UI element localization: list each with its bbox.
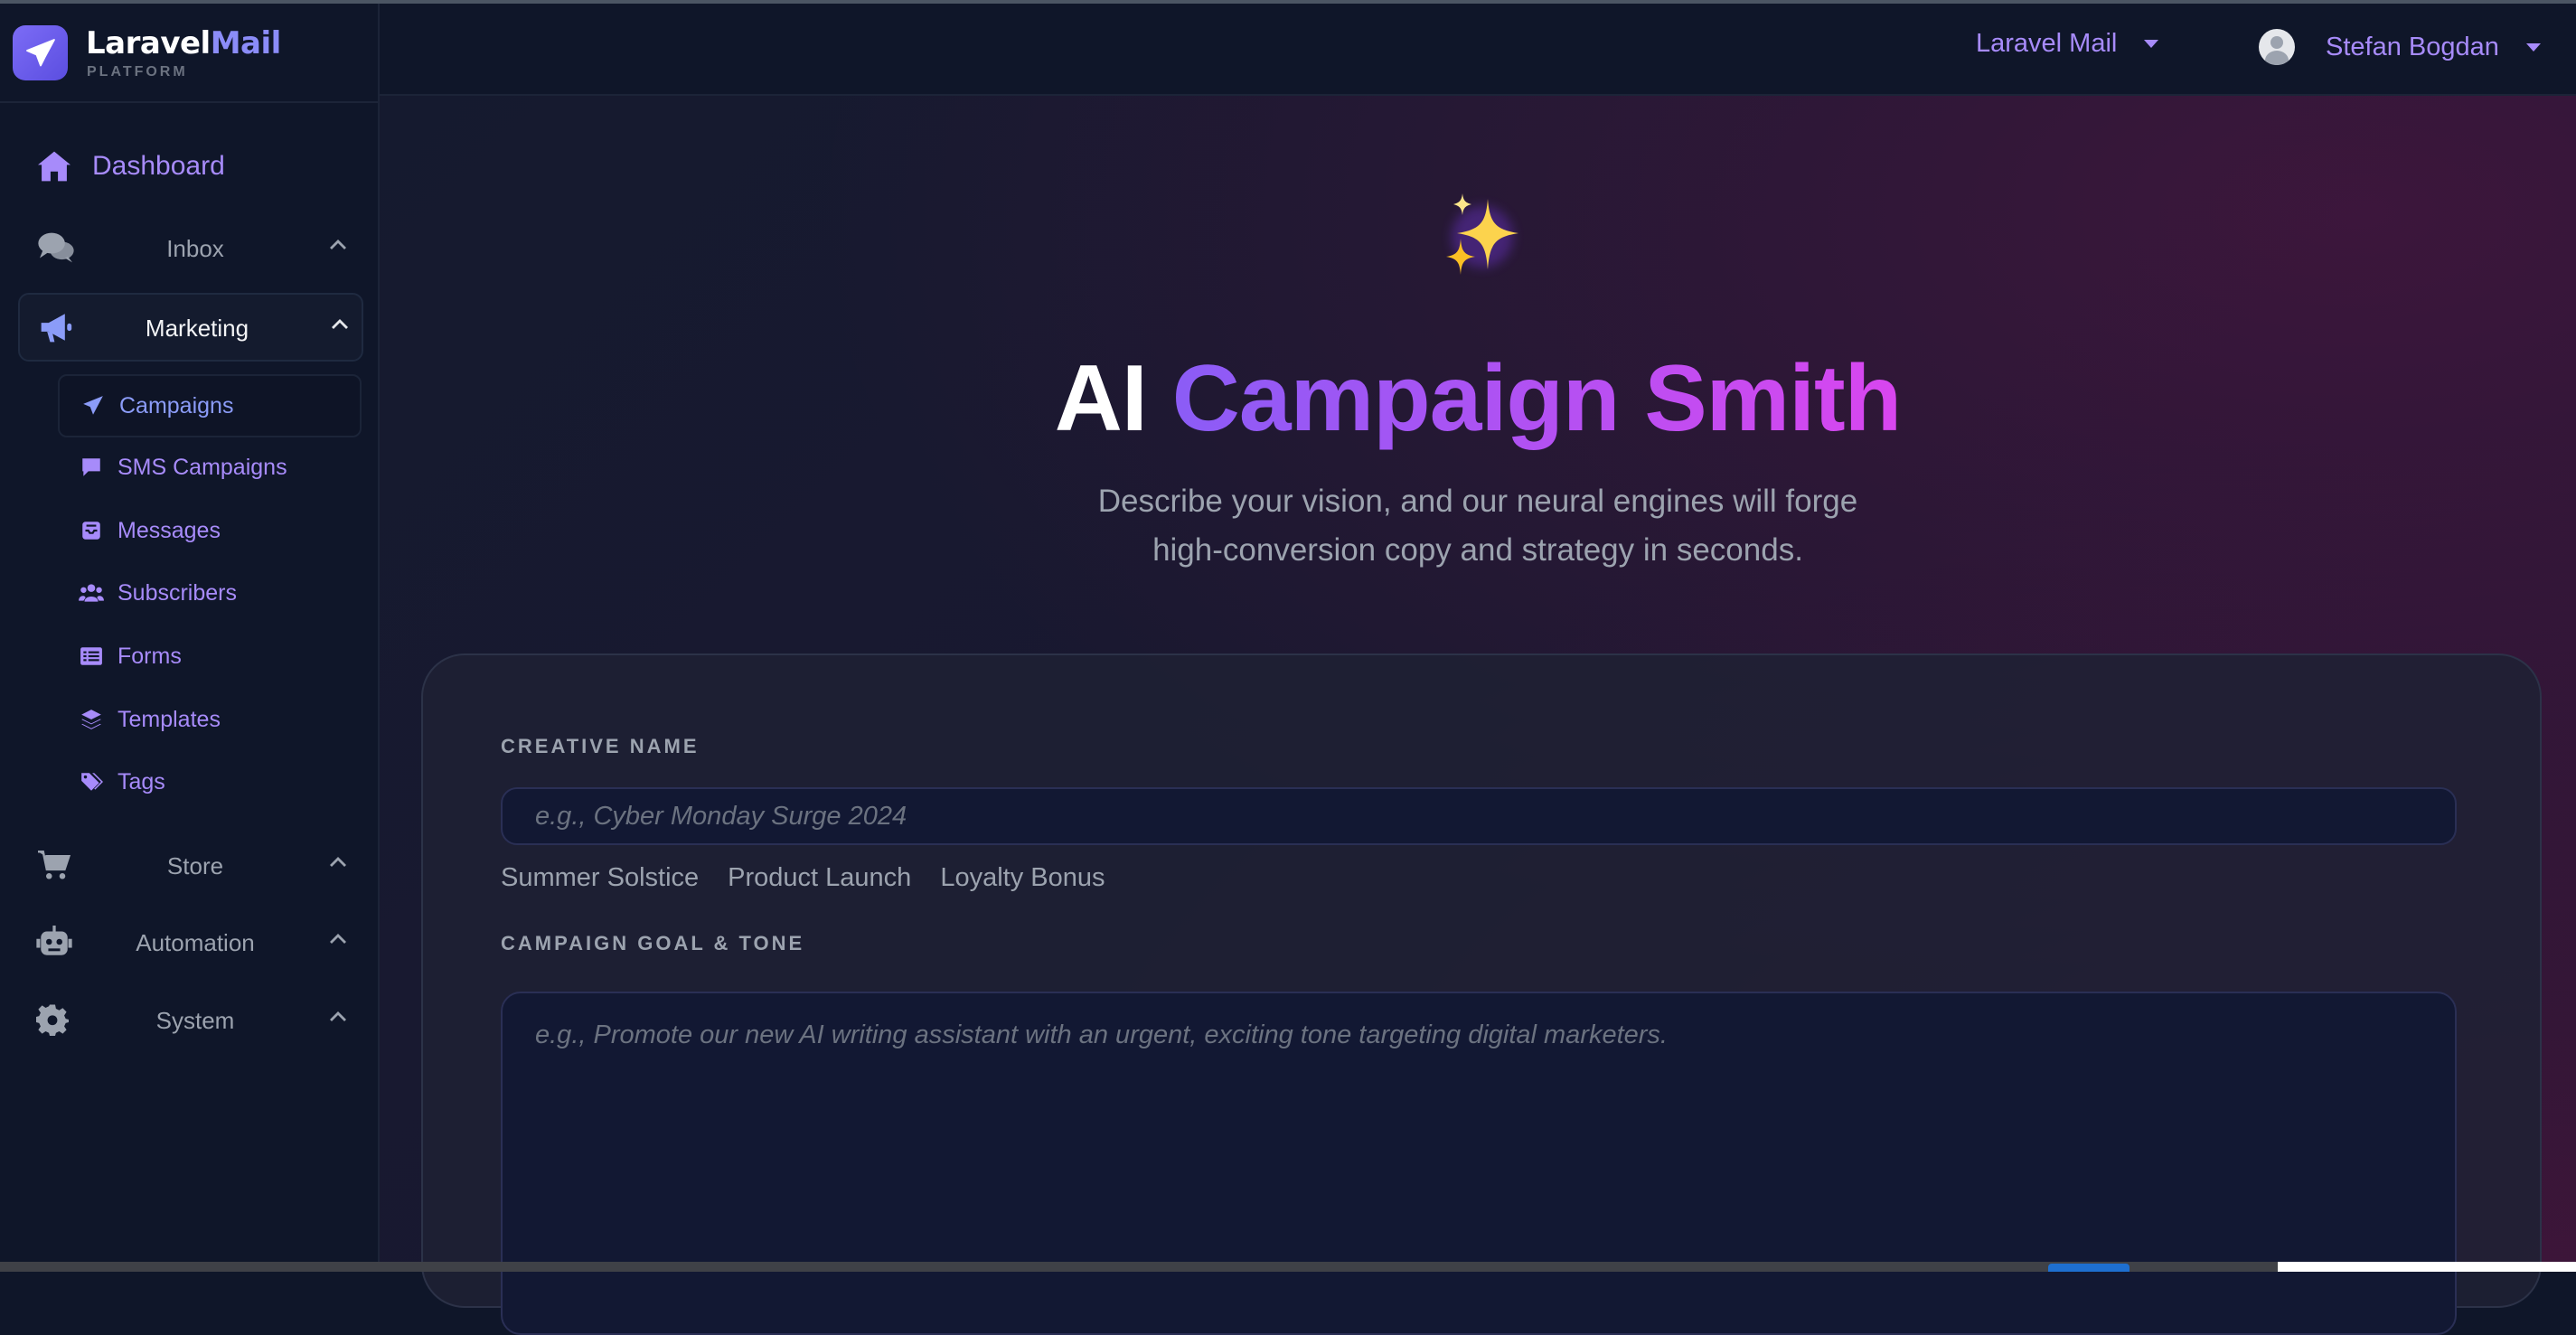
nav-dashboard-label: Dashboard xyxy=(92,151,225,181)
campaign-goal-label: CAMPAIGN GOAL & TONE xyxy=(501,932,805,954)
avatar xyxy=(2259,29,2295,65)
sidebar-item-templates[interactable]: Templates xyxy=(58,690,358,749)
campaign-form-card: CREATIVE NAME Summer Solstice Product La… xyxy=(421,653,2542,1335)
nav-group-inbox[interactable]: Inbox xyxy=(18,215,360,280)
sidebar-item-sms-campaigns[interactable]: SMS Campaigns xyxy=(58,437,358,497)
suggestion-chip[interactable]: Loyalty Bonus xyxy=(940,860,1105,897)
workspace-name: Laravel Mail xyxy=(1976,29,2118,58)
suggestion-chip[interactable]: Summer Solstice xyxy=(501,860,699,897)
taskbar-indicator xyxy=(2048,1264,2129,1272)
top-header: Laravel Mail Stefan Bogdan xyxy=(380,4,2576,96)
tags-icon xyxy=(78,768,105,795)
suggestion-chip[interactable]: Product Launch xyxy=(728,860,911,897)
caret-down-icon xyxy=(2144,40,2159,48)
paper-plane-logo-icon xyxy=(13,25,68,80)
taskbar-strip xyxy=(0,1262,2576,1272)
page-subtitle: Describe your vision, and our neural eng… xyxy=(1097,484,1858,568)
sidebar-item-label: Campaigns xyxy=(119,392,234,418)
nav-group-inbox-label: Inbox xyxy=(166,235,224,262)
brand-subtitle: PLATFORM xyxy=(87,64,188,80)
list-form-icon xyxy=(78,643,105,670)
sidebar-item-forms[interactable]: Forms xyxy=(58,626,358,686)
page-title: AI Campaign Smith xyxy=(1054,346,1902,451)
user-menu[interactable]: Stefan Bogdan xyxy=(2259,29,2541,65)
nav-group-system-label: System xyxy=(155,1007,235,1034)
sidebar-item-label: SMS Campaigns xyxy=(118,454,287,480)
sidebar-item-label: Tags xyxy=(118,768,165,794)
taskbar-panel xyxy=(2278,1262,2576,1272)
chevron-up-icon xyxy=(330,240,346,249)
layers-icon xyxy=(78,706,105,733)
main-content: AI Campaign Smith Describe your vision, … xyxy=(380,96,2576,1335)
sidebar: LaravelMail PLATFORM Dashboard Inbox Mar… xyxy=(0,4,380,1262)
nav-group-automation[interactable]: Automation xyxy=(18,909,360,974)
sidebar-item-label: Forms xyxy=(118,643,182,669)
sidebar-item-label: Templates xyxy=(118,706,221,732)
chevron-up-icon xyxy=(330,1011,346,1021)
brand-name: LaravelMail xyxy=(86,25,281,61)
nav-group-automation-label: Automation xyxy=(136,929,255,956)
inbox-tray-icon xyxy=(78,517,105,544)
sidebar-item-label: Subscribers xyxy=(118,579,237,606)
users-icon xyxy=(78,579,105,606)
sidebar-item-label: Messages xyxy=(118,517,221,543)
workspace-dropdown[interactable]: Laravel Mail xyxy=(1976,29,2159,59)
chevron-up-icon xyxy=(330,857,346,867)
campaign-goal-textarea[interactable] xyxy=(501,992,2457,1335)
chevron-up-icon xyxy=(330,934,346,944)
chevron-up-icon xyxy=(332,319,348,329)
creative-name-label: CREATIVE NAME xyxy=(501,735,700,757)
nav-group-store[interactable]: Store xyxy=(18,832,360,898)
home-icon xyxy=(38,151,71,182)
creative-name-input[interactable] xyxy=(501,787,2457,845)
sparkles-icon xyxy=(1446,193,1518,275)
suggestion-chips: Summer Solstice Product Launch Loyalty B… xyxy=(501,860,1134,897)
sidebar-item-messages[interactable]: Messages xyxy=(58,501,358,560)
nav-group-store-label: Store xyxy=(166,852,224,879)
caret-down-icon xyxy=(2525,42,2541,52)
paper-plane-icon xyxy=(80,392,107,419)
sidebar-item-subscribers[interactable]: Subscribers xyxy=(58,563,358,623)
user-name: Stefan Bogdan xyxy=(2326,32,2499,61)
sidebar-item-campaigns[interactable]: Campaigns xyxy=(58,374,362,437)
nav-dashboard[interactable]: Dashboard xyxy=(36,150,225,183)
brand[interactable]: LaravelMail PLATFORM xyxy=(0,4,378,103)
sidebar-item-tags[interactable]: Tags xyxy=(58,752,358,812)
nav-group-marketing[interactable]: Marketing xyxy=(18,293,363,362)
nav-group-marketing-label: Marketing xyxy=(145,315,249,342)
nav-group-system[interactable]: System xyxy=(18,987,360,1052)
message-square-icon xyxy=(78,454,105,481)
